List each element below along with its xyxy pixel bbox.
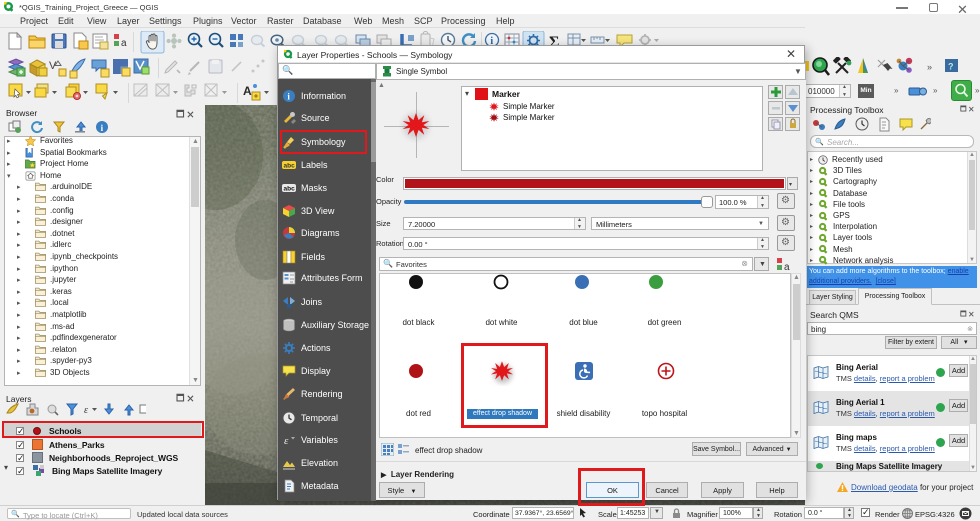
svg-text:ε: ε [84,405,88,416]
svg-text:abc: abc [284,163,296,170]
svg-text:?: ? [948,62,954,72]
svg-text:ε: ε [284,435,289,447]
svg-text:a: a [784,262,790,271]
svg-text:A: A [243,84,252,98]
svg-text:a: a [121,38,127,49]
svg-text:abc: abc [284,186,296,193]
svg-text:»: » [927,62,932,72]
